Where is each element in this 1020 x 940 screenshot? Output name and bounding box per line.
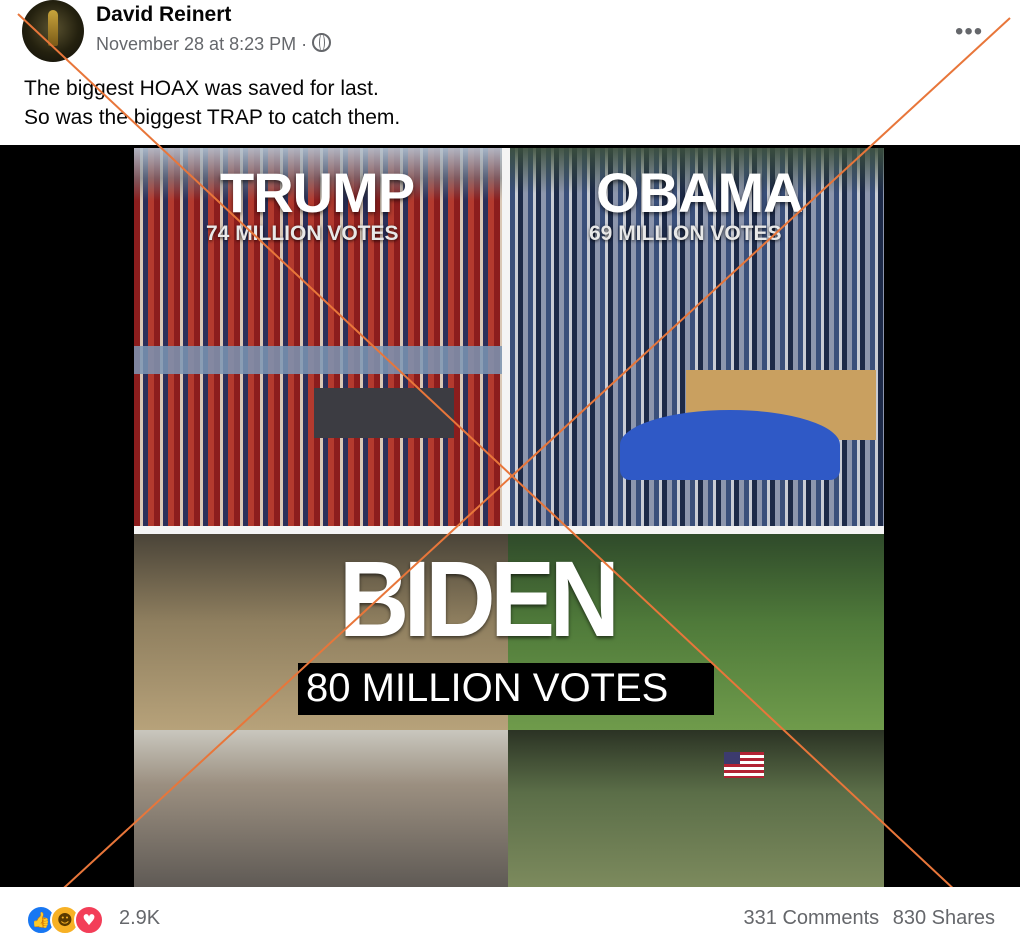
blue-stage bbox=[620, 410, 840, 480]
shares-count[interactable]: 830 Shares bbox=[893, 907, 995, 929]
love-icon: ♥ bbox=[74, 905, 104, 935]
meta-separator: · bbox=[301, 34, 308, 54]
trump-votes: 74 MILLION VOTES bbox=[206, 222, 399, 245]
avatar[interactable] bbox=[22, 0, 84, 62]
comments-count[interactable]: 331 Comments bbox=[744, 907, 880, 929]
post-meta: November 28 at 8:23 PM · bbox=[96, 33, 332, 55]
us-flag-icon bbox=[724, 752, 764, 778]
post-caption: The biggest HOAX was saved for last. So … bbox=[24, 74, 400, 132]
post-image[interactable]: TRUMP 74 MILLION VOTES OBAMA 69 MILLION … bbox=[134, 148, 884, 887]
biden-circles-photo bbox=[508, 730, 884, 887]
trump-title: TRUMP bbox=[220, 161, 415, 224]
photo-divider bbox=[134, 346, 502, 374]
rally-stage bbox=[314, 388, 454, 438]
caption-line-2: So was the biggest TRAP to catch them. bbox=[24, 106, 401, 129]
obama-title: OBAMA bbox=[596, 161, 804, 224]
biden-votes: 80 MILLION VOTES bbox=[306, 666, 669, 710]
reaction-icons[interactable]: 👍 ☻ ♥ bbox=[26, 905, 116, 935]
more-options-icon[interactable]: ••• bbox=[955, 18, 983, 46]
author-name[interactable]: David Reinert bbox=[96, 3, 231, 27]
collage-seam-vertical bbox=[502, 148, 510, 526]
collage-seam-horizontal bbox=[134, 526, 884, 534]
post-date[interactable]: November 28 at 8:23 PM bbox=[96, 34, 296, 54]
avatar-emblem-icon bbox=[48, 10, 58, 46]
globe-icon[interactable] bbox=[312, 33, 332, 52]
obama-votes: 69 MILLION VOTES bbox=[589, 222, 782, 245]
biden-title: BIDEN bbox=[339, 538, 620, 659]
reaction-count[interactable]: 2.9K bbox=[119, 907, 160, 930]
caption-line-1: The biggest HOAX was saved for last. bbox=[24, 77, 379, 100]
biden-patio-photo bbox=[134, 730, 508, 887]
engagement-stats: 331 Comments 830 Shares bbox=[736, 907, 995, 930]
post-header: David Reinert November 28 at 8:23 PM · •… bbox=[0, 0, 1020, 62]
